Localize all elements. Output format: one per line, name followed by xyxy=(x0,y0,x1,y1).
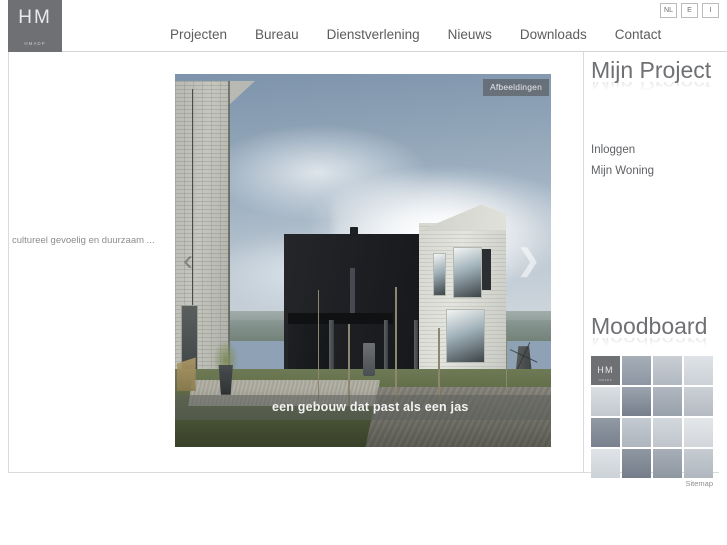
nav-item-nieuws[interactable]: Nieuws xyxy=(448,27,492,42)
slide-caption-bar: een gebouw dat past als een jas xyxy=(175,395,551,420)
mijn-project-links: Inloggen Mijn Woning xyxy=(591,140,654,182)
young-tree xyxy=(317,290,320,403)
young-tree xyxy=(394,286,397,403)
house-window xyxy=(445,308,486,364)
right-sidebar: Mijn Project Mijn Project Inloggen Mijn … xyxy=(583,52,719,479)
nav-item-contact[interactable]: Contact xyxy=(615,27,662,42)
mijn-project-title: Mijn Project xyxy=(591,57,712,83)
hero-photograph xyxy=(175,74,551,447)
next-slide-arrow-icon[interactable]: ❯ xyxy=(516,245,541,276)
moodboard-tile-logo[interactable]: HM HMADP xyxy=(591,356,620,386)
canopy-beam xyxy=(287,312,394,324)
moodboard-tile[interactable] xyxy=(653,449,682,479)
slideshow-stage[interactable]: Afbeeldingen ‹ ❯ een gebouw dat past als… xyxy=(175,74,551,447)
tower-roof-edge xyxy=(228,81,255,106)
moodboard-tile[interactable] xyxy=(684,387,713,417)
sitemap-link[interactable]: Sitemap xyxy=(685,479,713,488)
nav-item-bureau[interactable]: Bureau xyxy=(255,27,299,42)
moodboard-tile[interactable] xyxy=(684,449,713,479)
language-button-e[interactable]: E xyxy=(681,3,698,18)
moodboard-tile[interactable] xyxy=(622,356,651,386)
moodboard-tile[interactable] xyxy=(653,356,682,386)
moodboard-tile[interactable] xyxy=(684,418,713,448)
moodboard-tile[interactable] xyxy=(653,387,682,417)
moodboard-tile[interactable] xyxy=(591,387,620,417)
left-column: cultureel gevoelig en duurzaam ... xyxy=(12,233,162,248)
sidebar-link-inloggen[interactable]: Inloggen xyxy=(591,140,654,161)
moodboard-tile[interactable] xyxy=(653,418,682,448)
nav-item-downloads[interactable]: Downloads xyxy=(520,27,587,42)
afbeeldingen-badge[interactable]: Afbeeldingen xyxy=(482,79,549,96)
main-navigation: Projecten Bureau Dienstverlening Nieuws … xyxy=(62,0,727,52)
nav-item-dienstverlening[interactable]: Dienstverlening xyxy=(327,27,420,42)
language-button-i[interactable]: I xyxy=(702,3,719,18)
moodboard-title: Moodboard xyxy=(591,313,708,339)
moodboard-tile[interactable] xyxy=(622,418,651,448)
waste-bin xyxy=(363,342,376,377)
house-window xyxy=(453,247,482,298)
logo-mark-text: HM xyxy=(18,7,52,28)
site-header: HM HMADP Projecten Bureau Dienstverlenin… xyxy=(0,0,727,52)
chimney xyxy=(349,226,359,238)
house-window xyxy=(432,253,446,297)
window-shutter xyxy=(481,249,491,291)
mijn-project-title-reflection: Mijn Project xyxy=(591,82,711,94)
moodboard-tile[interactable] xyxy=(622,449,651,479)
tagline-text: cultureel gevoelig en duurzaam ... xyxy=(12,235,155,246)
moodboard-logo-subtitle-text: HMADP xyxy=(598,378,613,383)
language-button-nl[interactable]: NL xyxy=(660,3,677,18)
nav-item-projecten[interactable]: Projecten xyxy=(170,27,227,42)
site-footer: Sitemap xyxy=(8,476,719,496)
moodboard-tile[interactable] xyxy=(591,418,620,448)
shrub-plant xyxy=(212,338,239,369)
moodboard-tile[interactable] xyxy=(591,449,620,479)
language-switcher: NL E I xyxy=(660,3,719,18)
nav-list: Projecten Bureau Dienstverlening Nieuws … xyxy=(170,27,661,42)
slide-caption-text: een gebouw dat past als een jas xyxy=(272,400,469,414)
sidebar-link-mijn-woning[interactable]: Mijn Woning xyxy=(591,161,654,182)
moodboard-grid: HM HMADP xyxy=(591,356,713,479)
moodboard-panel: Moodboard Moodboard HM HMADP xyxy=(591,313,713,479)
site-logo[interactable]: HM HMADP xyxy=(8,0,62,52)
prev-slide-arrow-icon[interactable]: ‹ xyxy=(183,245,193,276)
moodboard-tile[interactable] xyxy=(684,356,713,386)
young-tree xyxy=(505,335,508,395)
moodboard-logo-mark-text: HM xyxy=(597,365,614,376)
moodboard-title-reflection: Moodboard xyxy=(591,338,713,350)
logo-subtitle-text: HMADP xyxy=(24,41,46,46)
moodboard-tile[interactable] xyxy=(622,387,651,417)
narrow-window-slot xyxy=(349,267,356,317)
mijn-project-panel: Mijn Project Mijn Project xyxy=(591,58,711,94)
